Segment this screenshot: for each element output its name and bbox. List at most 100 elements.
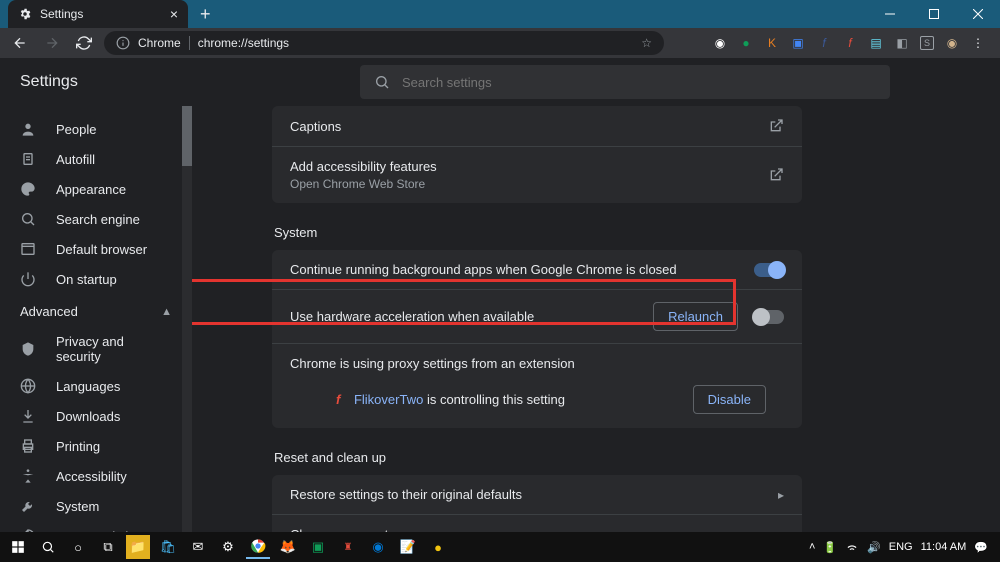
wifi-icon[interactable]	[845, 540, 859, 554]
forward-button[interactable]	[40, 31, 64, 55]
ext-icon[interactable]: f	[842, 35, 858, 51]
sidebar-item-on-startup[interactable]: On startup	[0, 264, 192, 294]
minimize-button[interactable]	[868, 0, 912, 28]
taskbar-app-icon[interactable]: 📁	[126, 535, 150, 559]
ext-icon[interactable]: K	[764, 35, 780, 51]
close-tab-icon[interactable]: ×	[170, 6, 178, 22]
profile-avatar-icon[interactable]: ◉	[944, 35, 960, 51]
page-title: Settings	[20, 73, 270, 91]
system-card: Continue running background apps when Go…	[272, 250, 802, 428]
bookmark-star-icon[interactable]: ☆	[641, 36, 652, 50]
sidebar-advanced-toggle[interactable]: Advanced▲	[0, 294, 192, 327]
ext-icon[interactable]: ●	[738, 35, 754, 51]
window-controls	[868, 0, 1000, 28]
windows-taskbar: ○ ⧉ 📁 🛍 ✉ ⚙ 🦊 ▣ ♜ ◉ 📝 ● ˄ 🔋 🔊 ENG 11:04 …	[0, 532, 1000, 562]
taskbar-app-icon[interactable]: ●	[426, 535, 450, 559]
omnibox[interactable]: Chrome chrome://settings ☆	[104, 31, 664, 55]
close-window-button[interactable]	[956, 0, 1000, 28]
taskbar-app-icon[interactable]: ✉	[186, 535, 210, 559]
task-search-icon[interactable]	[36, 535, 60, 559]
ext-icon[interactable]: S	[920, 36, 934, 50]
sidebar-item-system[interactable]: System	[0, 491, 192, 521]
hardware-accel-row: Use hardware acceleration when available…	[272, 289, 802, 343]
sidebar-item-printing[interactable]: Printing	[0, 431, 192, 461]
tray-clock[interactable]: 11:04 AM	[921, 541, 967, 553]
clipboard-icon	[20, 151, 38, 167]
external-link-icon	[768, 118, 784, 134]
tab-title: Settings	[40, 7, 162, 21]
captions-row[interactable]: Captions	[272, 106, 802, 146]
proxy-extension-link[interactable]: FlikoverTwo	[354, 392, 423, 407]
proxy-row: Chrome is using proxy settings from an e…	[272, 343, 802, 428]
add-accessibility-row[interactable]: Add accessibility features Open Chrome W…	[272, 146, 802, 203]
taskbar-chrome-icon[interactable]	[246, 535, 270, 559]
accessibility-icon	[20, 468, 38, 484]
tray-language[interactable]: ENG	[889, 541, 913, 553]
maximize-button[interactable]	[912, 0, 956, 28]
notifications-icon[interactable]: 💬	[974, 541, 988, 554]
chevron-right-icon: ▸	[778, 488, 784, 502]
extension-icon: f	[336, 392, 340, 407]
cortana-icon[interactable]: ○	[66, 535, 90, 559]
ext-icon[interactable]: ▣	[790, 35, 806, 51]
site-info-icon[interactable]	[116, 36, 130, 50]
settings-search[interactable]	[360, 65, 890, 99]
browser-menu-icon[interactable]: ⋮	[970, 35, 986, 51]
restore-defaults-row[interactable]: Restore settings to their original defau…	[272, 475, 802, 514]
globe-icon	[20, 378, 38, 394]
sidebar-item-downloads[interactable]: Downloads	[0, 401, 192, 431]
window-titlebar: Settings × +	[0, 0, 1000, 28]
disable-button[interactable]: Disable	[693, 385, 766, 414]
taskbar-app-icon[interactable]: 📝	[396, 535, 420, 559]
sidebar-item-default-browser[interactable]: Default browser	[0, 234, 192, 264]
system-heading: System	[274, 225, 1000, 240]
tray-chevron-icon[interactable]: ˄	[809, 541, 815, 553]
sidebar-item-accessibility[interactable]: Accessibility	[0, 461, 192, 491]
power-icon	[20, 271, 38, 287]
system-tray: ˄ 🔋 🔊 ENG 11:04 AM 💬	[809, 540, 994, 554]
ext-icon[interactable]: ▤	[868, 35, 884, 51]
shield-icon	[20, 341, 38, 357]
gear-icon	[18, 7, 32, 21]
sidebar-scrollbar-thumb[interactable]	[182, 106, 192, 166]
external-link-icon	[768, 167, 784, 183]
settings-header: Settings	[0, 58, 1000, 106]
sidebar-item-appearance[interactable]: Appearance	[0, 174, 192, 204]
settings-search-input[interactable]	[402, 75, 876, 90]
taskbar-app-icon[interactable]: 🦊	[276, 535, 300, 559]
omnibox-url: chrome://settings	[198, 36, 634, 50]
hardware-accel-toggle[interactable]	[754, 310, 784, 324]
palette-icon	[20, 181, 38, 197]
reload-button[interactable]	[72, 31, 96, 55]
volume-icon[interactable]: 🔊	[867, 541, 881, 554]
browser-tab[interactable]: Settings ×	[8, 0, 188, 28]
ext-icon[interactable]: f	[816, 35, 832, 51]
taskbar-app-icon[interactable]: ◉	[366, 535, 390, 559]
task-view-icon[interactable]: ⧉	[96, 535, 120, 559]
cleanup-computer-row[interactable]: Clean up computer ▸	[272, 514, 802, 532]
battery-icon[interactable]: 🔋	[823, 541, 837, 554]
new-tab-button[interactable]: +	[200, 4, 211, 25]
sidebar-item-people[interactable]: People	[0, 114, 192, 144]
relaunch-button[interactable]: Relaunch	[653, 302, 738, 331]
start-button[interactable]	[6, 535, 30, 559]
back-button[interactable]	[8, 31, 32, 55]
taskbar-app-icon[interactable]: 🛍	[156, 535, 180, 559]
browser-navbar: Chrome chrome://settings ☆ ◉ ● K ▣ f f ▤…	[0, 28, 1000, 58]
sidebar-item-languages[interactable]: Languages	[0, 371, 192, 401]
search-icon	[20, 211, 38, 227]
taskbar-app-icon[interactable]: ⚙	[216, 535, 240, 559]
ext-icon[interactable]: ◧	[894, 35, 910, 51]
extension-icons: ◉ ● K ▣ f f ▤ ◧ S ◉ ⋮	[712, 35, 992, 51]
taskbar-app-icon[interactable]: ♜	[336, 535, 360, 559]
sidebar-item-privacy[interactable]: Privacy and security	[0, 327, 192, 371]
ext-icon[interactable]: ◉	[712, 35, 728, 51]
taskbar-app-icon[interactable]: ▣	[306, 535, 330, 559]
person-icon	[20, 121, 38, 137]
browser-icon	[20, 241, 38, 257]
sidebar-item-autofill[interactable]: Autofill	[0, 144, 192, 174]
wrench-icon	[20, 498, 38, 514]
sidebar-item-search-engine[interactable]: Search engine	[0, 204, 192, 234]
sidebar-scrollbar-track[interactable]	[182, 106, 192, 532]
background-apps-toggle[interactable]	[754, 263, 784, 277]
